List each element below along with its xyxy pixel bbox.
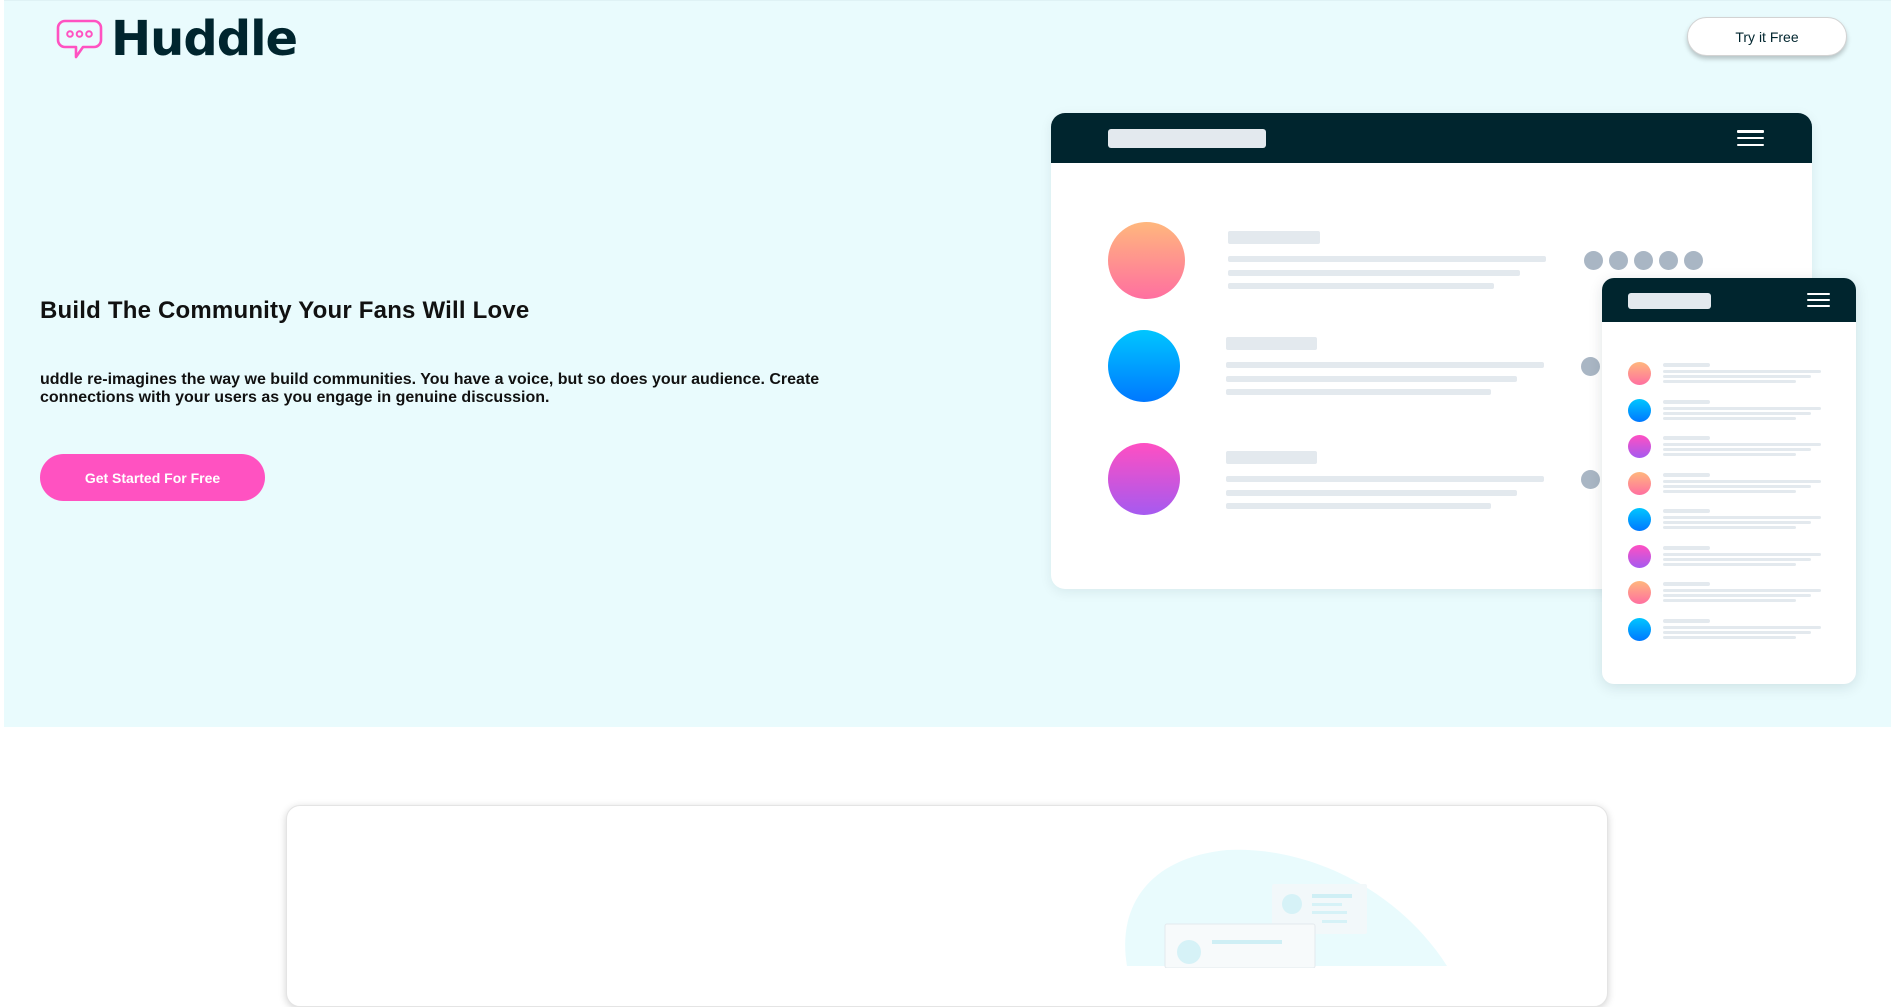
hero-headline: Build The Community Your Fans Will Love <box>40 297 530 324</box>
text-placeholder <box>1226 503 1491 509</box>
phone-avatar-placeholder <box>1628 398 1651 422</box>
logo[interactable]: Huddle <box>56 11 298 67</box>
phone-avatar-placeholder <box>1628 617 1651 641</box>
phone-mockup-illustration <box>1602 278 1856 684</box>
phone-text-placeholder <box>1663 618 1710 623</box>
phone-text-placeholder <box>1663 370 1821 373</box>
phone-text-placeholder <box>1663 521 1811 524</box>
dot-placeholder <box>1609 251 1628 270</box>
phone-avatar-placeholder <box>1628 435 1651 458</box>
phone-text-placeholder <box>1663 472 1710 477</box>
dot-placeholder <box>1581 470 1600 489</box>
phone-text-placeholder <box>1663 436 1710 440</box>
text-placeholder <box>1226 389 1491 395</box>
mockup-title-placeholder <box>1108 129 1266 148</box>
phone-text-placeholder <box>1663 416 1796 420</box>
text-placeholder <box>1226 376 1517 382</box>
hamburger-menu-icon <box>1807 293 1830 307</box>
logo-text: Huddle <box>111 11 298 67</box>
phone-text-placeholder <box>1663 562 1796 566</box>
phone-text-placeholder <box>1663 599 1796 602</box>
text-placeholder <box>1228 256 1546 262</box>
phone-text-placeholder <box>1663 552 1821 556</box>
phone-text-placeholder <box>1663 630 1811 634</box>
feature-card <box>286 805 1608 1007</box>
phone-text-placeholder <box>1663 594 1811 597</box>
phone-avatar-placeholder <box>1628 508 1651 531</box>
phone-header-bar <box>1602 278 1856 322</box>
phone-text-placeholder <box>1663 375 1811 378</box>
dot-placeholder <box>1581 357 1600 376</box>
dot-placeholder <box>1584 251 1603 270</box>
chat-bubble-icon <box>56 19 103 59</box>
dot-placeholder <box>1659 251 1678 270</box>
phone-avatar-placeholder <box>1628 581 1651 604</box>
phone-text-placeholder <box>1663 516 1821 519</box>
phone-text-placeholder <box>1663 582 1710 586</box>
phone-text-placeholder <box>1663 589 1821 592</box>
mockup-header-bar <box>1051 113 1812 163</box>
text-placeholder <box>1226 451 1317 464</box>
phone-avatar-placeholder <box>1628 471 1651 495</box>
phone-text-placeholder <box>1663 625 1821 629</box>
get-started-button[interactable]: Get Started For Free <box>40 454 265 501</box>
phone-text-placeholder <box>1663 411 1811 415</box>
phone-text-placeholder <box>1663 479 1821 483</box>
avatar-placeholder <box>1108 443 1180 515</box>
phone-text-placeholder <box>1663 635 1796 639</box>
phone-text-placeholder <box>1663 509 1710 513</box>
phone-text-placeholder <box>1663 557 1811 561</box>
phone-text-placeholder <box>1663 443 1821 446</box>
text-placeholder <box>1226 476 1544 482</box>
phone-text-placeholder <box>1663 363 1710 367</box>
text-placeholder <box>1228 231 1320 244</box>
phone-text-placeholder <box>1663 380 1796 383</box>
dot-placeholder <box>1684 251 1703 270</box>
text-placeholder <box>1226 362 1544 368</box>
text-placeholder <box>1226 337 1317 350</box>
phone-text-placeholder <box>1663 406 1821 410</box>
phone-text-placeholder <box>1663 453 1796 456</box>
community-illustration-icon <box>1125 849 1447 968</box>
phone-title-placeholder <box>1628 293 1711 309</box>
avatar-placeholder <box>1108 330 1180 402</box>
phone-avatar-placeholder <box>1628 362 1651 385</box>
phone-text-placeholder <box>1663 399 1710 404</box>
phone-text-placeholder <box>1663 526 1796 529</box>
phone-text-placeholder <box>1663 484 1811 488</box>
phone-avatar-placeholder <box>1628 544 1651 568</box>
hero-intro: uddle re-imagines the way we build commu… <box>40 371 820 406</box>
try-it-free-button[interactable]: Try it Free <box>1687 17 1847 56</box>
text-placeholder <box>1226 490 1517 496</box>
phone-text-placeholder <box>1663 489 1796 493</box>
hero-section: Huddle Try it Free Build The Community Y… <box>4 0 1891 727</box>
avatar-placeholder <box>1108 222 1185 299</box>
dot-placeholder <box>1634 251 1653 270</box>
phone-text-placeholder <box>1663 448 1811 451</box>
hamburger-menu-icon <box>1737 130 1764 146</box>
text-placeholder <box>1228 283 1494 289</box>
text-placeholder <box>1228 270 1520 276</box>
phone-text-placeholder <box>1663 545 1710 550</box>
